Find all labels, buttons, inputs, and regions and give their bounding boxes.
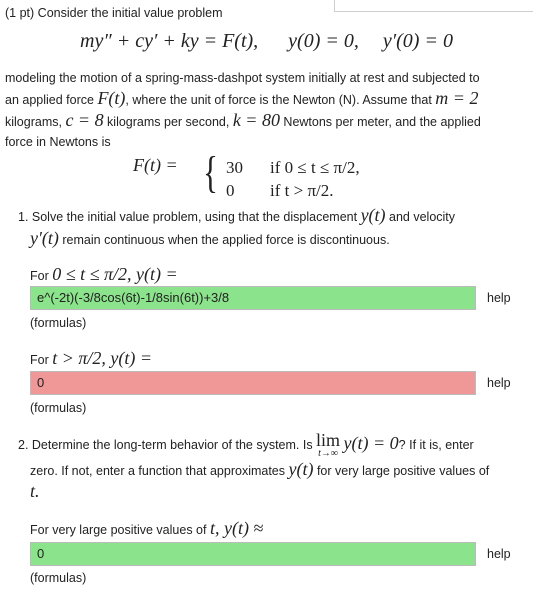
- description-line-1: modeling the motion of a spring-mass-das…: [5, 71, 480, 85]
- y-symbol: y(t): [288, 459, 314, 479]
- q2-text: for very large positive values of: [313, 464, 490, 478]
- help-link-3[interactable]: help: [487, 547, 511, 561]
- force-symbol: F(t): [97, 88, 126, 108]
- top-right-box: [334, 0, 533, 12]
- question-1-text: 1. Solve the initial value problem, usin…: [18, 205, 523, 251]
- case-2-condition: if t > π/2.: [270, 181, 334, 200]
- q1-line-2: y′(t) remain continuous when the applied…: [18, 228, 523, 251]
- help-link-1[interactable]: help: [487, 291, 511, 305]
- case-2-value: 0: [226, 181, 235, 200]
- force-lhs: F(t) =: [133, 155, 178, 176]
- q2-line-3: t.: [18, 481, 523, 503]
- spring-constant-value: k = 80: [232, 110, 280, 130]
- label-prefix: For: [30, 269, 53, 283]
- q1-text: and velocity: [385, 210, 456, 224]
- ode-expression: my″ + cy′ + ky = F(t),: [80, 30, 259, 52]
- case-1-value: 30: [226, 158, 243, 177]
- q2-text: 2. Determine the long-term behavior of t…: [18, 438, 317, 452]
- answer-3-label: For very large positive values of t, y(t…: [30, 518, 263, 539]
- lim-expression: y(t) = 0: [343, 433, 399, 453]
- yprime-symbol: y′(t): [30, 228, 59, 248]
- formulas-link-2[interactable]: (formulas): [30, 401, 86, 415]
- main-equation: my″ + cy′ + ky = F(t), y(0) = 0, y′(0) =…: [0, 30, 533, 53]
- q2-line-1: 2. Determine the long-term behavior of t…: [18, 430, 523, 461]
- description-paragraph: modeling the motion of a spring-mass-das…: [5, 68, 525, 152]
- mass-value: m = 2: [435, 88, 479, 108]
- answer-2-input[interactable]: 0: [30, 371, 476, 395]
- q2-text: zero. If not, enter a function that appr…: [30, 464, 289, 478]
- question-2-text: 2. Determine the long-term behavior of t…: [18, 430, 523, 503]
- initial-condition-1: y(0) = 0,: [288, 30, 359, 52]
- desc-text: kilograms per second,: [103, 115, 233, 129]
- problem-header: (1 pt) Consider the initial value proble…: [5, 6, 223, 20]
- answer-1-input[interactable]: e^(-2t)(-3/8cos(6t)-1/8sin(6t))+3/8: [30, 286, 476, 310]
- desc-text: an applied force: [5, 93, 98, 107]
- label-prefix: For very large positive values of: [30, 523, 210, 537]
- q1-line-1: 1. Solve the initial value problem, usin…: [18, 205, 523, 228]
- case-1-condition: if 0 ≤ t ≤ π/2,: [270, 158, 360, 177]
- label-math: 0 ≤ t ≤ π/2, y(t) =: [52, 264, 178, 284]
- piecewise-brace: {: [203, 148, 218, 197]
- label-math: t, y(t) ≈: [209, 518, 264, 538]
- answer-2-label: For t > π/2, y(t) =: [30, 348, 152, 369]
- answer-3-input[interactable]: 0: [30, 542, 476, 566]
- force-lhs-text: F(t) =: [133, 155, 178, 175]
- description-line-2: an applied force F(t), where the unit of…: [5, 88, 525, 110]
- formulas-link-1[interactable]: (formulas): [30, 316, 86, 330]
- q2-line-2: zero. If not, enter a function that appr…: [18, 459, 523, 481]
- q1-text: remain continuous when the applied force…: [58, 233, 390, 247]
- y-symbol: y(t): [360, 205, 386, 225]
- help-link-2[interactable]: help: [487, 376, 511, 390]
- desc-text: kilograms,: [5, 115, 66, 129]
- formulas-link-3[interactable]: (formulas): [30, 571, 86, 585]
- description-line-3: kilograms, c = 8 kilograms per second, k…: [5, 110, 525, 132]
- points-label: (1 pt): [5, 6, 35, 20]
- intro-text: Consider the initial value problem: [37, 6, 223, 20]
- label-math: t > π/2, y(t) =: [52, 348, 153, 368]
- limit-expression: lim t→∞: [316, 430, 341, 461]
- desc-text: , where the unit of force is the Newton …: [125, 93, 436, 107]
- initial-condition-2: y′(0) = 0: [382, 30, 453, 52]
- damping-value: c = 8: [65, 110, 104, 130]
- description-line-4: force in Newtons is: [5, 135, 111, 149]
- lim-operator: lim: [316, 430, 341, 450]
- q1-text: 1. Solve the initial value problem, usin…: [18, 210, 361, 224]
- label-prefix: For: [30, 353, 53, 367]
- q2-text: ? If it is, enter: [398, 438, 474, 452]
- t-symbol: t.: [30, 481, 40, 501]
- answer-1-label: For 0 ≤ t ≤ π/2, y(t) =: [30, 264, 178, 285]
- desc-text: Newtons per meter, and the applied: [279, 115, 481, 129]
